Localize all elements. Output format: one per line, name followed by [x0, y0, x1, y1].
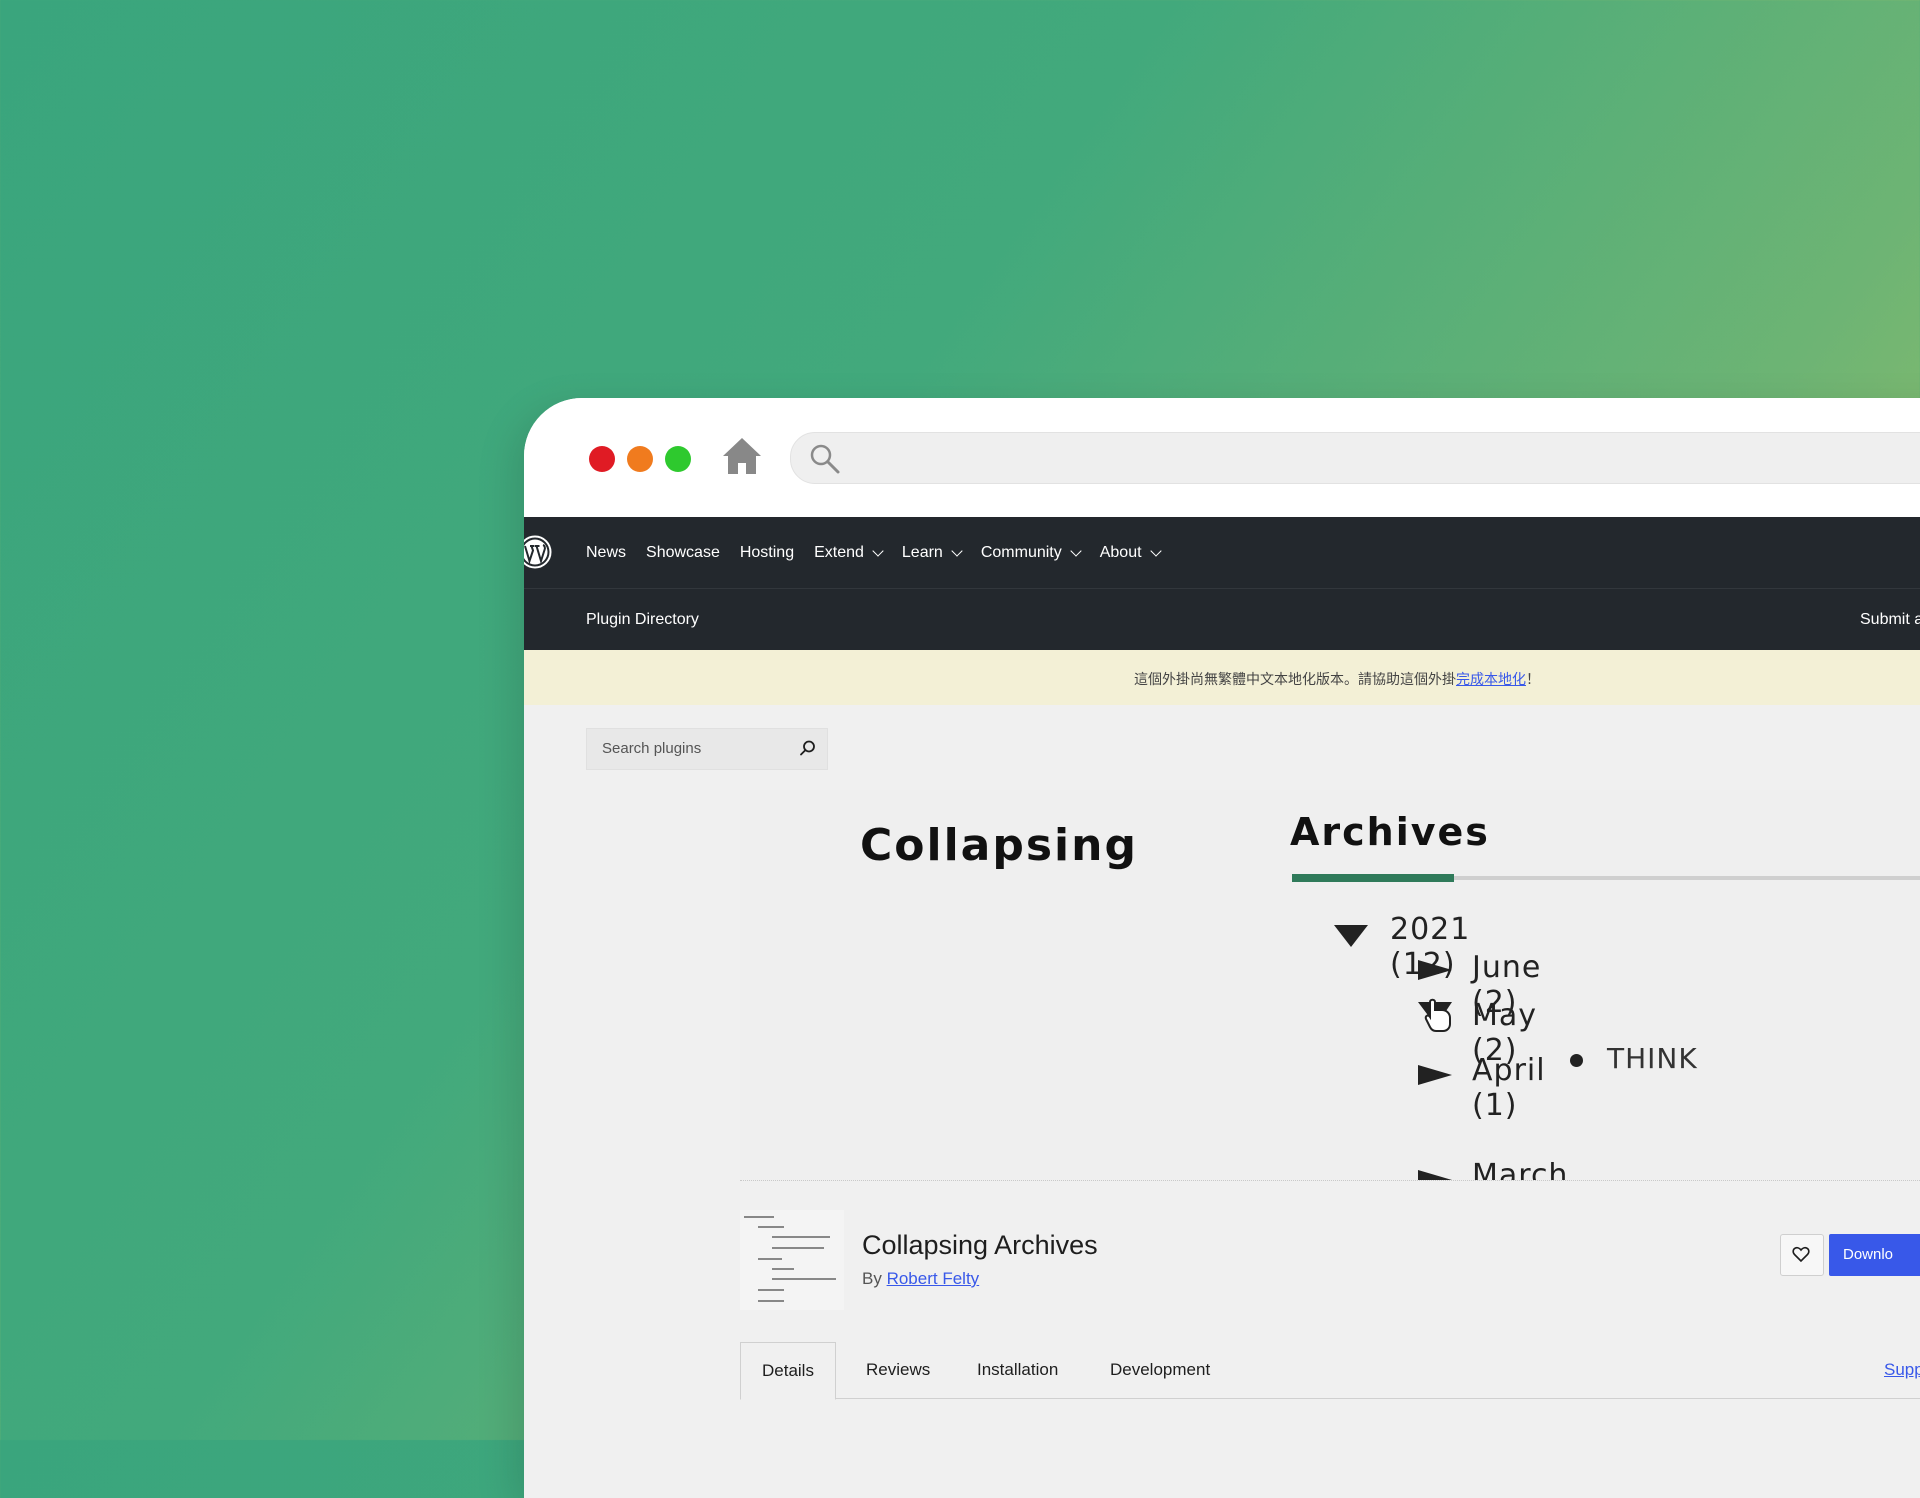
download-button[interactable]: Downlo [1829, 1234, 1920, 1276]
plugin-header: Collapsing Archives By Robert Felty Down… [740, 1210, 1920, 1310]
hand-cursor-icon [1418, 998, 1452, 1032]
nav-item-label: Extend [814, 543, 864, 561]
search-submit-icon[interactable] [799, 739, 817, 757]
close-window-button[interactable] [589, 446, 615, 472]
maximize-window-button[interactable] [665, 446, 691, 472]
tab-development[interactable]: Development [1110, 1342, 1210, 1398]
minimize-window-button[interactable] [627, 446, 653, 472]
nav-item-label: Showcase [646, 543, 720, 561]
wordpress-logo-icon[interactable] [524, 535, 552, 569]
home-icon[interactable] [720, 434, 764, 478]
chevron-down-icon [1149, 544, 1162, 557]
tab-installation[interactable]: Installation [977, 1342, 1058, 1398]
tree-april: April (1) [1472, 1053, 1546, 1123]
nav-item-label: Learn [901, 543, 943, 561]
plugin-icon-thumbnail [740, 1210, 844, 1310]
support-link[interactable]: Supp [1884, 1342, 1920, 1398]
plugin-search [586, 728, 828, 770]
favorite-button[interactable] [1780, 1234, 1824, 1276]
notice-suffix: ！ [1526, 672, 1540, 688]
nav-item-about[interactable]: About [1099, 543, 1162, 562]
chevron-down-icon [872, 544, 884, 557]
translation-notice: 這個外掛尚無繁體中文本地化版本。請協助這個外掛完成本地化！ [524, 650, 1920, 705]
plugin-title: Collapsing Archives [862, 1230, 1098, 1260]
search-plugins-input[interactable] [587, 729, 802, 767]
submit-plugin-link[interactable]: Submit a [1860, 611, 1920, 629]
nav-item-label: Community [980, 543, 1062, 561]
tree-think: THINK [1607, 1042, 1698, 1075]
translate-link[interactable]: 完成本地化 [1456, 672, 1526, 688]
browser-toolbar [524, 398, 1920, 517]
triangle-right-icon [1418, 1065, 1452, 1085]
nav-item-community[interactable]: Community [980, 543, 1082, 562]
notice-text: 這個外掛尚無繁體中文本地化版本。請協助這個外掛完成本地化！ [1134, 669, 1540, 689]
plugin-banner-image: Collapsing Archives 2021 (12) June (2) M… [740, 790, 1920, 1181]
plugin-directory-link[interactable]: Plugin Directory [586, 611, 699, 629]
nav-item-showcase[interactable]: Showcase [646, 544, 720, 562]
by-label: By [862, 1269, 882, 1288]
plugin-directory-bar: Plugin Directory Submit a [524, 588, 1920, 650]
nav-menu: News Showcase Hosting Extend Learn Community A… [586, 517, 1180, 588]
author-link[interactable]: Robert Felty [887, 1269, 980, 1288]
nav-item-label: Hosting [739, 543, 795, 561]
browser-window: News Showcase Hosting Extend Learn Community A… [524, 398, 1920, 1498]
triangle-right-icon [1418, 1170, 1452, 1180]
banner-title-right: Archives [1290, 810, 1490, 854]
nav-item-extend[interactable]: Extend [814, 543, 884, 562]
bullet-icon [1570, 1054, 1583, 1067]
triangle-right-icon [1418, 960, 1452, 980]
nav-item-label: News [586, 543, 627, 561]
nav-item-learn[interactable]: Learn [901, 543, 963, 562]
tab-reviews[interactable]: Reviews [866, 1342, 930, 1398]
banner-rule-accent [1292, 874, 1454, 882]
notice-message: 這個外掛尚無繁體中文本地化版本。請協助這個外掛 [1134, 672, 1456, 688]
chevron-down-icon [951, 544, 963, 557]
nav-item-news[interactable]: News [586, 544, 626, 562]
chevron-down-icon [1070, 544, 1082, 557]
tree-march: March (2) [1472, 1158, 1569, 1181]
nav-item-label: About [1099, 543, 1142, 561]
banner-title-left: Collapsing [860, 820, 1138, 871]
triangle-down-icon [1334, 925, 1368, 947]
plugin-tabs: Details Reviews Installation Development… [740, 1342, 1920, 1400]
address-bar[interactable] [790, 432, 1920, 484]
tab-details[interactable]: Details [740, 1342, 836, 1400]
nav-item-hosting[interactable]: Hosting [740, 544, 794, 562]
heart-icon [1792, 1246, 1810, 1263]
search-icon [810, 444, 840, 474]
plugin-author-line: By Robert Felty [862, 1269, 979, 1289]
wordpress-global-nav: News Showcase Hosting Extend Learn Community A… [524, 517, 1920, 588]
